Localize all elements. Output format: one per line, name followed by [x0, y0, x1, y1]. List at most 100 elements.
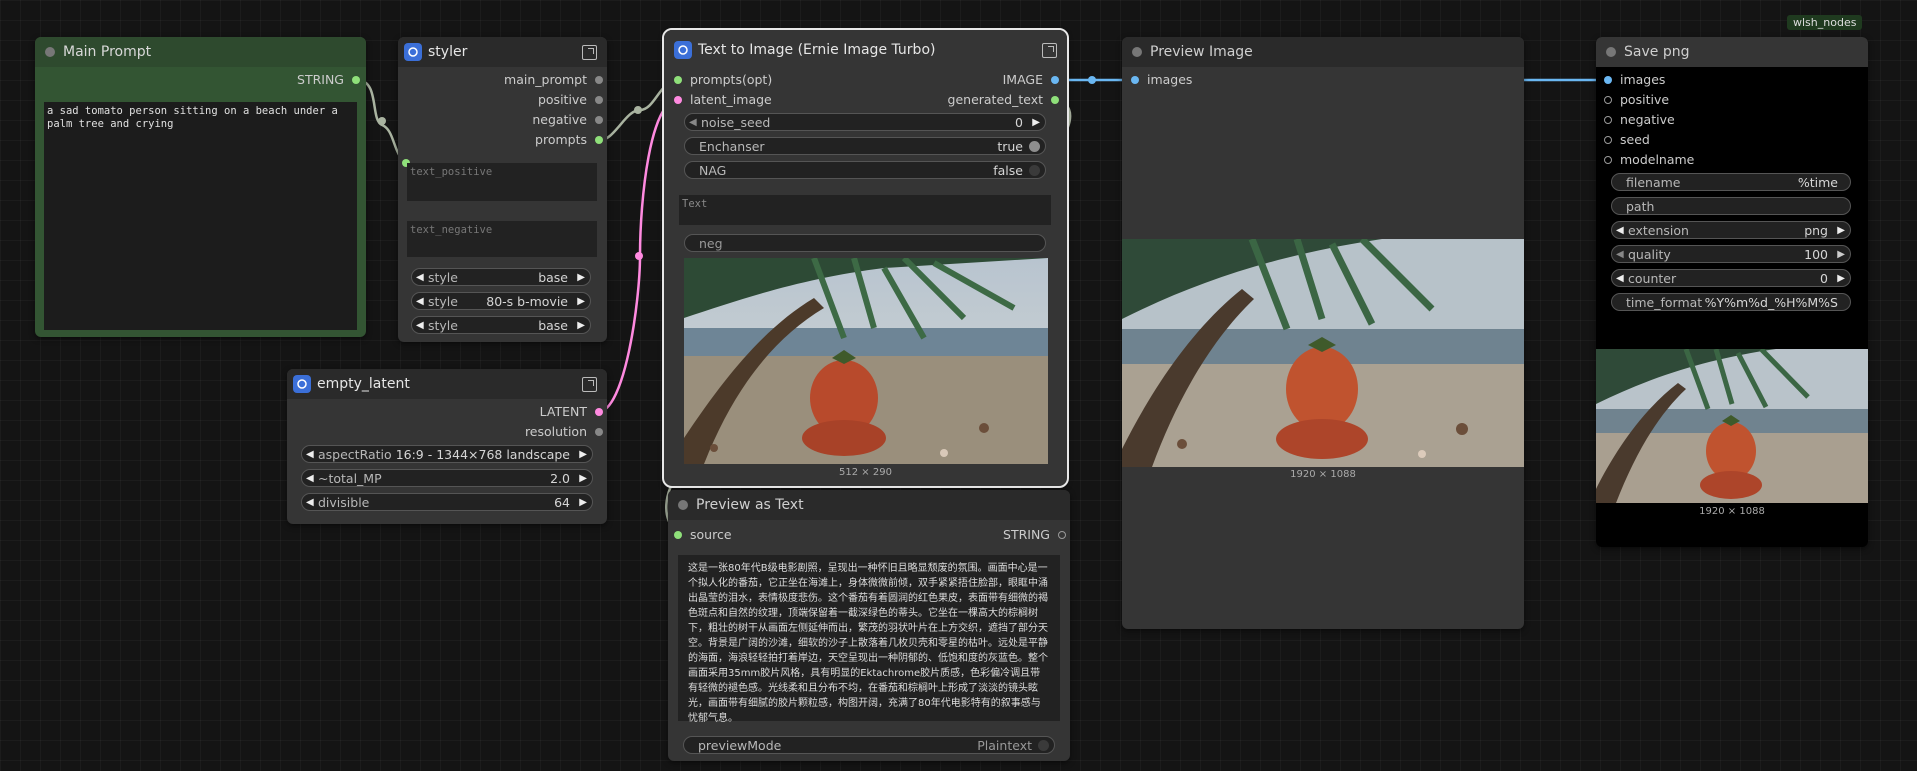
nag-toggle[interactable]: NAG false [684, 161, 1046, 179]
right-arrow-icon[interactable]: ▶ [1837, 270, 1845, 288]
output-prompts[interactable]: prompts [535, 132, 603, 148]
style-selector-2[interactable]: ◀ style 80-s b-movie ▶ [411, 292, 591, 310]
output-dot-icon[interactable] [595, 96, 603, 104]
collapse-dot-icon[interactable] [1606, 47, 1616, 57]
input-prompts[interactable]: prompts(opt) [674, 72, 772, 88]
left-arrow-icon[interactable]: ◀ [1616, 246, 1624, 264]
text-to-image-node[interactable]: Text to Image (Ernie Image Turbo) prompt… [662, 28, 1069, 488]
left-arrow-icon[interactable]: ◀ [306, 470, 314, 488]
right-arrow-icon[interactable]: ▶ [577, 317, 585, 335]
time-format-field[interactable]: time_format %Y%m%d_%H%M%S [1611, 293, 1851, 311]
main-prompt-title[interactable]: Main Prompt [35, 37, 366, 67]
toggle-knob-icon[interactable] [1029, 165, 1040, 176]
save-png-node[interactable]: Save png images positive negative seed m… [1596, 37, 1868, 547]
empty-latent-node[interactable]: empty_latent LATENT resolution ◀ aspectRa… [287, 369, 607, 524]
text-positive-field[interactable]: text_positive [407, 163, 597, 201]
output-dot-icon[interactable] [595, 76, 603, 84]
noise-seed-field[interactable]: ◀ noise_seed 0 ▶ [684, 113, 1046, 131]
left-arrow-icon[interactable]: ◀ [306, 494, 314, 512]
style-selector-1[interactable]: ◀ style base ▶ [411, 268, 591, 286]
input-modelname[interactable]: modelname [1604, 152, 1694, 168]
right-arrow-icon[interactable]: ▶ [579, 446, 587, 464]
right-arrow-icon[interactable]: ▶ [577, 269, 585, 287]
divisible-field[interactable]: ◀ divisible 64 ▶ [301, 493, 593, 511]
input-source[interactable]: source [674, 527, 732, 543]
text-field[interactable]: Text [679, 195, 1051, 225]
left-arrow-icon[interactable]: ◀ [416, 317, 424, 335]
toggle-knob-icon[interactable] [1029, 141, 1040, 152]
left-arrow-icon[interactable]: ◀ [416, 293, 424, 311]
collapse-dot-icon[interactable] [1132, 47, 1142, 57]
input-dot-icon[interactable] [674, 96, 682, 104]
neg-field[interactable]: neg [684, 234, 1046, 252]
input-dot-icon[interactable] [674, 531, 682, 539]
left-arrow-icon[interactable]: ◀ [416, 269, 424, 287]
right-arrow-icon[interactable]: ▶ [579, 494, 587, 512]
input-images[interactable]: images [1604, 72, 1665, 88]
preview-mode-toggle[interactable]: previewMode Plaintext [683, 736, 1055, 754]
filename-field[interactable]: filename %time [1611, 173, 1851, 191]
output-generated-text[interactable]: generated_text [948, 92, 1059, 108]
input-dot-icon[interactable] [1604, 136, 1612, 144]
aspect-ratio-selector[interactable]: ◀ aspectRatio 16:9 - 1344×768 landscape ▶ [301, 445, 593, 463]
empty-latent-title[interactable]: empty_latent [287, 369, 607, 399]
input-negative[interactable]: negative [1604, 112, 1675, 128]
input-dot-icon[interactable] [1604, 76, 1612, 84]
output-dot-icon[interactable] [595, 116, 603, 124]
output-main-prompt[interactable]: main_prompt [504, 72, 603, 88]
output-dot-icon[interactable] [1058, 531, 1066, 539]
left-arrow-icon[interactable]: ◀ [689, 114, 697, 132]
output-string[interactable]: STRING [297, 72, 360, 88]
input-images[interactable]: images [1131, 72, 1192, 88]
expand-icon[interactable] [582, 377, 597, 392]
output-resolution[interactable]: resolution [525, 424, 603, 440]
text-to-image-title[interactable]: Text to Image (Ernie Image Turbo) [664, 30, 1067, 70]
expand-icon[interactable] [582, 45, 597, 60]
enchanser-toggle[interactable]: Enchanser true [684, 137, 1046, 155]
input-dot-icon[interactable] [1604, 96, 1612, 104]
output-dot-icon[interactable] [595, 428, 603, 436]
extension-selector[interactable]: ◀ extension png ▶ [1611, 221, 1851, 239]
input-latent-image[interactable]: latent_image [674, 92, 772, 108]
output-dot-icon[interactable] [1051, 76, 1059, 84]
counter-field[interactable]: ◀ counter 0 ▶ [1611, 269, 1851, 287]
preview-image-node[interactable]: Preview Image images 1920 × 1088 [1122, 37, 1524, 629]
main-prompt-node[interactable]: Main Prompt STRING a sad tomato person s… [35, 37, 366, 337]
left-arrow-icon[interactable]: ◀ [306, 446, 314, 464]
save-png-title[interactable]: Save png [1596, 37, 1868, 67]
output-dot-icon[interactable] [595, 136, 603, 144]
preview-image-title[interactable]: Preview Image [1122, 37, 1524, 67]
left-arrow-icon[interactable]: ◀ [1616, 270, 1624, 288]
input-positive[interactable]: positive [1604, 92, 1669, 108]
text-negative-field[interactable]: text_negative [407, 221, 597, 257]
right-arrow-icon[interactable]: ▶ [577, 293, 585, 311]
right-arrow-icon[interactable]: ▶ [1837, 222, 1845, 240]
quality-field[interactable]: ◀ quality 100 ▶ [1611, 245, 1851, 263]
styler-title[interactable]: styler [398, 37, 607, 67]
left-arrow-icon[interactable]: ◀ [1616, 222, 1624, 240]
right-arrow-icon[interactable]: ▶ [1032, 114, 1040, 132]
input-dot-icon[interactable] [1604, 156, 1612, 164]
output-string[interactable]: STRING [1003, 527, 1066, 543]
path-field[interactable]: path [1611, 197, 1851, 215]
output-image[interactable]: IMAGE [1003, 72, 1059, 88]
input-dot-icon[interactable] [1131, 76, 1139, 84]
collapse-dot-icon[interactable] [45, 47, 55, 57]
preview-as-text-title[interactable]: Preview as Text [668, 490, 1070, 520]
style-selector-3[interactable]: ◀ style base ▶ [411, 316, 591, 334]
output-dot-icon[interactable] [352, 76, 360, 84]
toggle-knob-icon[interactable] [1038, 740, 1049, 751]
right-arrow-icon[interactable]: ▶ [579, 470, 587, 488]
output-negative[interactable]: negative [532, 112, 603, 128]
right-arrow-icon[interactable]: ▶ [1837, 246, 1845, 264]
styler-node[interactable]: styler main_prompt positive negative pro… [398, 37, 607, 342]
expand-icon[interactable] [1042, 43, 1057, 58]
output-latent[interactable]: LATENT [540, 404, 603, 420]
output-positive[interactable]: positive [538, 92, 603, 108]
input-dot-icon[interactable] [1604, 116, 1612, 124]
output-dot-icon[interactable] [1051, 96, 1059, 104]
input-dot-icon[interactable] [674, 76, 682, 84]
output-dot-icon[interactable] [595, 408, 603, 416]
total-mp-field[interactable]: ◀ ~total_MP 2.0 ▶ [301, 469, 593, 487]
prompt-textarea[interactable]: a sad tomato person sitting on a beach u… [44, 102, 357, 330]
